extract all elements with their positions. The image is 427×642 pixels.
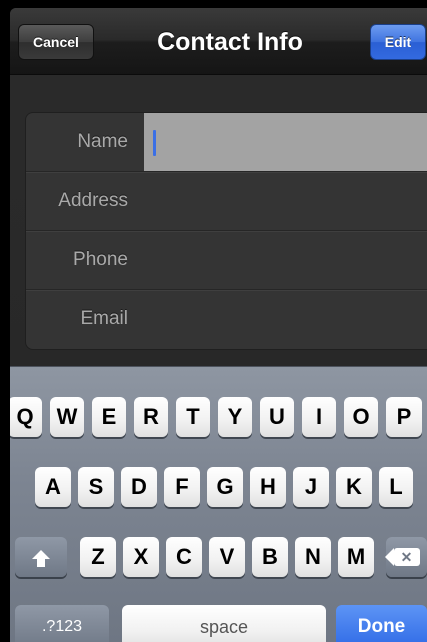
address-field[interactable]: [144, 172, 427, 230]
key-g[interactable]: G: [207, 467, 243, 507]
shift-key[interactable]: [15, 537, 67, 577]
page-title: Contact Info: [157, 28, 303, 56]
address-label: Address: [58, 190, 128, 211]
key-s[interactable]: S: [78, 467, 114, 507]
numbers-key[interactable]: .?123: [15, 605, 109, 642]
key-i[interactable]: I: [302, 397, 336, 437]
done-key[interactable]: Done: [336, 605, 427, 642]
phone-label: Phone: [73, 249, 128, 270]
key-u[interactable]: U: [260, 397, 294, 437]
name-row: Name: [26, 113, 427, 172]
email-field[interactable]: [144, 290, 427, 348]
key-f[interactable]: F: [164, 467, 200, 507]
edit-button[interactable]: Edit: [370, 24, 426, 60]
phone-row: Phone: [26, 231, 427, 290]
key-x[interactable]: X: [123, 537, 159, 577]
key-e[interactable]: E: [92, 397, 126, 437]
key-n[interactable]: N: [295, 537, 331, 577]
key-c[interactable]: C: [166, 537, 202, 577]
on-screen-keyboard: Q W E R T Y U I O P A S D F G H J K L Z …: [10, 366, 427, 642]
key-q[interactable]: Q: [10, 397, 42, 437]
key-h[interactable]: H: [250, 467, 286, 507]
navigation-bar: Cancel Contact Info Edit: [10, 8, 427, 75]
email-label: Email: [80, 308, 128, 329]
key-k[interactable]: K: [336, 467, 372, 507]
name-label: Name: [77, 131, 128, 152]
key-v[interactable]: V: [209, 537, 245, 577]
key-l[interactable]: L: [379, 467, 413, 507]
key-t[interactable]: T: [176, 397, 210, 437]
key-a[interactable]: A: [35, 467, 71, 507]
shift-arrow-icon: [32, 549, 50, 567]
name-field[interactable]: [144, 113, 427, 171]
key-y[interactable]: Y: [218, 397, 252, 437]
key-w[interactable]: W: [50, 397, 84, 437]
key-d[interactable]: D: [121, 467, 157, 507]
key-p[interactable]: P: [386, 397, 422, 437]
key-o[interactable]: O: [344, 397, 378, 437]
phone-field[interactable]: [144, 231, 427, 289]
key-r[interactable]: R: [134, 397, 168, 437]
text-cursor: [153, 130, 156, 156]
backspace-icon: ✕: [384, 548, 420, 566]
key-j[interactable]: J: [293, 467, 329, 507]
cancel-button[interactable]: Cancel: [18, 24, 94, 60]
backspace-key[interactable]: ✕: [384, 537, 427, 577]
key-m[interactable]: M: [338, 537, 374, 577]
email-row: Email: [26, 290, 427, 348]
space-key[interactable]: space: [122, 605, 326, 642]
contact-form: Name Address Phone Email: [25, 112, 427, 350]
key-b[interactable]: B: [252, 537, 288, 577]
address-row: Address: [26, 172, 427, 231]
app-screen: Cancel Contact Info Edit Name Address Ph…: [10, 8, 427, 642]
key-z[interactable]: Z: [80, 537, 116, 577]
